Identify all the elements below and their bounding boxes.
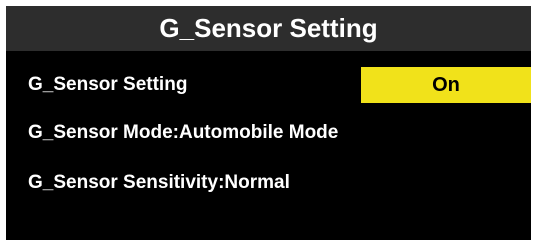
page-title: G_Sensor Setting — [6, 6, 531, 51]
menu-item-gsensor-sensitivity[interactable]: G_Sensor Sensitivity:Normal — [6, 164, 531, 202]
menu-item-label: G_Sensor Sensitivity:Normal — [28, 172, 290, 193]
settings-screen: G_Sensor Setting G_Sensor Setting On G_S… — [6, 6, 531, 240]
menu-item-label: G_Sensor Mode:Automobile Mode — [28, 122, 339, 143]
menu-item-label: G_Sensor Setting — [28, 74, 188, 95]
gsensor-setting-value-selector[interactable]: On — [361, 67, 531, 103]
menu-item-gsensor-setting[interactable]: G_Sensor Setting On — [6, 66, 531, 104]
menu-item-gsensor-mode[interactable]: G_Sensor Mode:Automobile Mode — [6, 114, 531, 152]
